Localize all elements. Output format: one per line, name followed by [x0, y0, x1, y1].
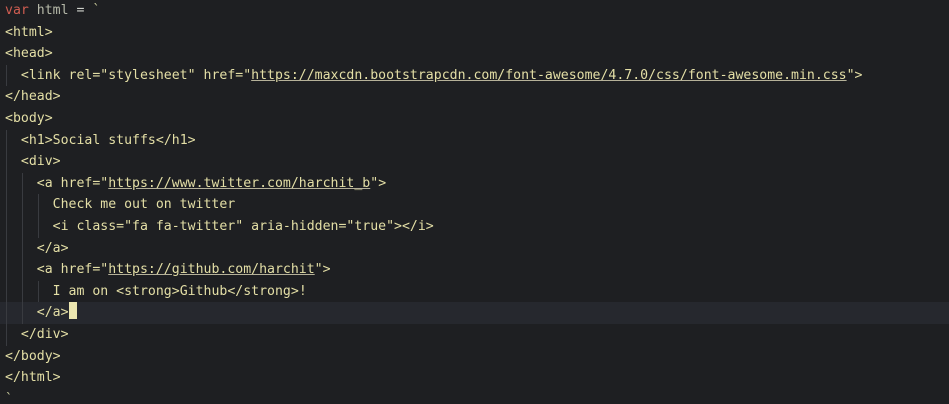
- indent-guide: [6, 64, 7, 87]
- code-line-7[interactable]: <h1>Social stuffs</h1>: [0, 129, 949, 152]
- template-open-backtick: `: [84, 3, 101, 18]
- code-line-1[interactable]: var html = `: [0, 0, 949, 22]
- body-open-tag: <body>: [5, 110, 53, 126]
- code-editor[interactable]: var html = ` <html> <head> <link rel="st…: [0, 0, 949, 404]
- strong-close-tag: </strong>: [227, 283, 299, 299]
- link-tag-start: <link rel="stylesheet" href=": [20, 67, 252, 83]
- strong-text: Github: [179, 283, 228, 299]
- stylesheet-url-link[interactable]: https://maxcdn.bootstrapcdn.com/font-awe…: [251, 68, 846, 83]
- head-close-tag: </head>: [5, 89, 61, 105]
- indent-guide: [38, 280, 39, 303]
- anchor-open-start: <a href=": [36, 175, 109, 191]
- anchor-open-end: ">: [370, 175, 387, 191]
- link-tag-end: ">: [846, 67, 863, 83]
- indent-guide: [22, 237, 23, 260]
- h1-close-tag: </h1>: [155, 132, 196, 148]
- variable-name: html: [28, 3, 77, 18]
- strong-open-tag: <strong>: [116, 283, 180, 299]
- indent-guide: [22, 259, 23, 281]
- html-open-tag: <html>: [5, 24, 53, 40]
- indent-guide: [6, 151, 7, 173]
- div-close-tag: </div>: [20, 326, 69, 342]
- code-line-5[interactable]: </head>: [0, 86, 949, 108]
- github-link-text: I am on: [52, 283, 117, 299]
- code-line-4[interactable]: <link rel="stylesheet" href="https://max…: [0, 64, 949, 87]
- anchor-open-end: ">: [314, 262, 331, 278]
- twitter-url-link[interactable]: https://www.twitter.com/harchit_b: [108, 176, 370, 191]
- h1-text: Social stuffs: [52, 132, 156, 148]
- indent-guide: [6, 215, 7, 238]
- html-close-tag: </html>: [5, 370, 61, 386]
- code-line-18[interactable]: </html>: [0, 367, 949, 389]
- keyword-var: var: [5, 3, 29, 18]
- twitter-link-text: Check me out on twitter: [52, 197, 236, 213]
- indent-guide: [6, 237, 7, 260]
- code-line-14[interactable]: I am on <strong>Github</strong>!: [0, 280, 949, 303]
- code-line-3[interactable]: <head>: [0, 43, 949, 65]
- code-line-13[interactable]: <a href="https://github.com/harchit">: [0, 259, 949, 281]
- code-line-16[interactable]: </div>: [0, 323, 949, 346]
- github-url-link[interactable]: https://github.com/harchit: [108, 262, 314, 277]
- code-line-15-current[interactable]: </a>: [0, 302, 949, 324]
- h1-open-tag: <h1>: [20, 132, 53, 148]
- div-open-tag: <div>: [20, 154, 61, 170]
- indent-guide: [6, 129, 7, 152]
- code-line-17[interactable]: </body>: [0, 346, 949, 368]
- code-line-9[interactable]: <a href="https://www.twitter.com/harchit…: [0, 172, 949, 195]
- indent-guide: [22, 215, 23, 238]
- indent-guide: [22, 172, 23, 195]
- anchor-close-tag: </a>: [36, 240, 69, 256]
- anchor-open-start: <a href=": [36, 262, 109, 278]
- indent-guide: [6, 194, 7, 216]
- indent-guide: [6, 280, 7, 303]
- twitter-icon-tag: <i class="fa fa-twitter" aria-hidden="tr…: [52, 218, 434, 234]
- indent-guide: [22, 194, 23, 216]
- code-line-19[interactable]: `: [0, 389, 949, 404]
- indent-guide: [6, 259, 7, 281]
- indent-guide: [38, 215, 39, 238]
- template-close-backtick: `: [5, 391, 13, 404]
- body-close-tag: </body>: [5, 348, 61, 364]
- indent-guide: [38, 194, 39, 216]
- code-line-6[interactable]: <body>: [0, 108, 949, 130]
- indent-guide: [22, 280, 23, 303]
- code-line-8[interactable]: <div>: [0, 151, 949, 173]
- code-line-2[interactable]: <html>: [0, 22, 949, 44]
- code-line-10[interactable]: Check me out on twitter: [0, 194, 949, 216]
- text-cursor: [68, 302, 77, 320]
- indent-guide: [6, 172, 7, 195]
- code-line-12[interactable]: </a>: [0, 237, 949, 260]
- anchor-close-tag: </a>: [36, 305, 69, 321]
- indent-guide: [22, 302, 23, 324]
- code-line-11[interactable]: <i class="fa fa-twitter" aria-hidden="tr…: [0, 215, 949, 238]
- exclamation-text: !: [298, 283, 307, 299]
- head-open-tag: <head>: [5, 46, 53, 62]
- indent-guide: [6, 302, 7, 324]
- indent-guide: [6, 323, 7, 346]
